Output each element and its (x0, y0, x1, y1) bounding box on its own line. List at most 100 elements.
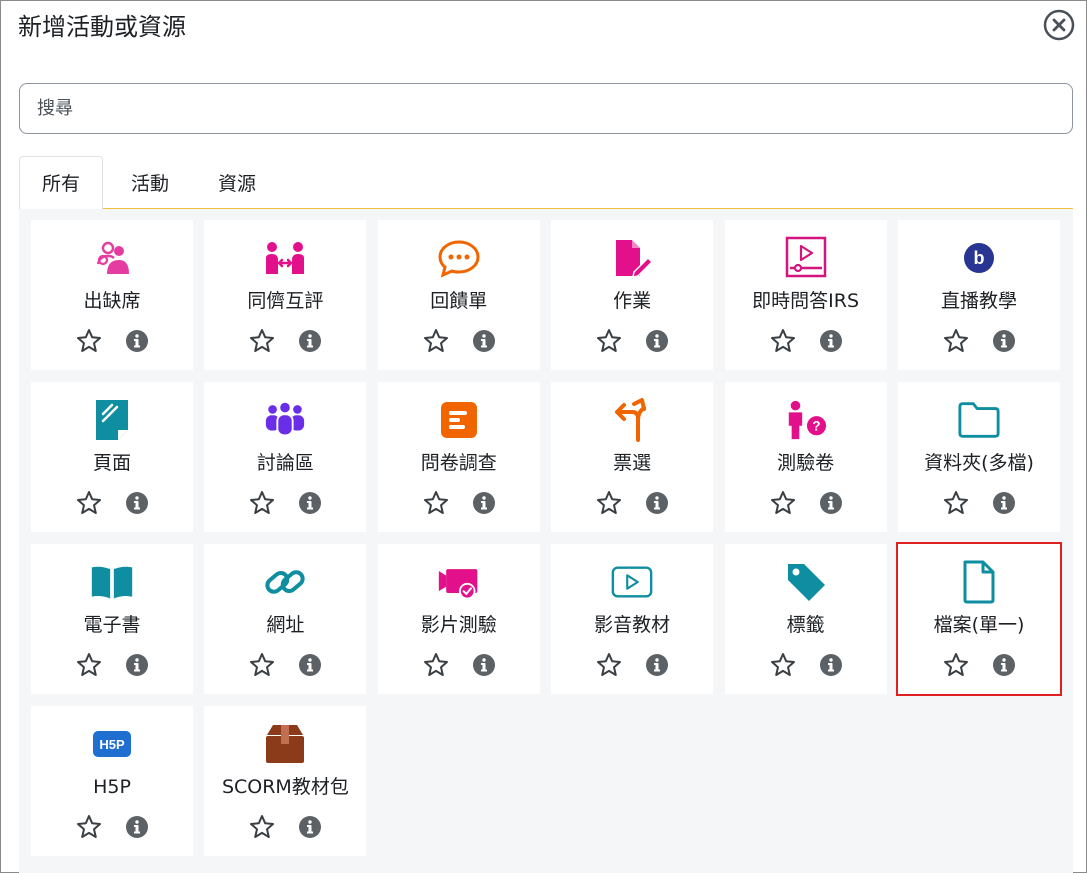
star-button[interactable] (76, 328, 102, 354)
star-button[interactable] (770, 328, 796, 354)
info-icon (126, 816, 148, 838)
module-card-tag[interactable]: 標籤 (724, 544, 887, 694)
star-button[interactable] (423, 490, 449, 516)
tab-activities[interactable]: 活動 (108, 156, 192, 210)
module-card-video-quiz[interactable]: 影片測驗 (377, 544, 540, 694)
info-button[interactable] (819, 491, 843, 515)
module-card-feedback[interactable]: 回饋單 (377, 220, 540, 370)
star-button[interactable] (943, 652, 969, 678)
bigbluebutton-icon: b (957, 236, 1001, 280)
star-icon (250, 491, 275, 514)
book-icon (90, 560, 134, 604)
info-button[interactable] (992, 329, 1016, 353)
add-activity-dialog: 新增活動或資源 所有 活動 資源 出缺席 同儕互評 (0, 0, 1087, 873)
info-button[interactable] (819, 329, 843, 353)
module-label: 票選 (613, 452, 652, 474)
info-icon (646, 330, 669, 352)
module-label: 出缺席 (83, 290, 141, 312)
info-icon (646, 492, 669, 514)
info-button[interactable] (125, 491, 149, 515)
star-button[interactable] (76, 652, 102, 678)
info-button[interactable] (125, 815, 149, 839)
category-tabs: 所有 活動 資源 (19, 156, 1073, 210)
search-box (19, 83, 1073, 134)
info-icon (126, 654, 148, 676)
module-card-forum[interactable]: 討論區 (204, 382, 367, 532)
tag-icon (784, 560, 828, 604)
star-button[interactable] (76, 490, 102, 516)
info-button[interactable] (645, 491, 669, 515)
module-card-bigbluebutton[interactable]: b 直播教學 (898, 220, 1060, 370)
star-icon (770, 329, 795, 352)
module-card-choice[interactable]: 票選 (551, 382, 714, 532)
info-button[interactable] (472, 329, 496, 353)
tab-label: 所有 (42, 173, 81, 195)
info-icon (646, 654, 669, 676)
star-button[interactable] (423, 652, 449, 678)
module-card-book[interactable]: 電子書 (31, 544, 193, 694)
star-button[interactable] (596, 652, 622, 678)
module-label: 同儕互評 (247, 290, 324, 312)
module-label: H5P (93, 776, 131, 798)
module-label: 標籤 (786, 614, 825, 636)
star-button[interactable] (943, 490, 969, 516)
module-card-quiz[interactable]: ? 測驗卷 (724, 382, 887, 532)
module-card-page[interactable]: 頁面 (31, 382, 193, 532)
module-card-file[interactable]: 檔案(單一) (896, 542, 1062, 696)
page-icon (90, 398, 134, 442)
info-button[interactable] (645, 653, 669, 677)
module-card-attendance[interactable]: 出缺席 (31, 220, 193, 370)
star-button[interactable] (249, 490, 275, 516)
info-button[interactable] (298, 815, 322, 839)
info-button[interactable] (819, 653, 843, 677)
video-player-icon (610, 560, 654, 604)
info-button[interactable] (992, 491, 1016, 515)
info-button[interactable] (992, 653, 1016, 677)
tab-label: 活動 (131, 173, 170, 195)
star-button[interactable] (76, 814, 102, 840)
search-input[interactable] (19, 83, 1073, 134)
info-icon (472, 492, 495, 514)
star-button[interactable] (770, 490, 796, 516)
star-button[interactable] (249, 328, 275, 354)
star-icon (423, 491, 448, 514)
peer-review-icon (263, 236, 307, 280)
module-card-h5p[interactable]: H5P H5P (31, 706, 193, 856)
star-button[interactable] (596, 328, 622, 354)
info-icon (993, 330, 1015, 352)
tab-all[interactable]: 所有 (19, 156, 104, 210)
info-icon (126, 492, 148, 514)
module-grid: 出缺席 同儕互評 回饋單 作業 即時問答IRS b 直播教學 頁面 討論區 問卷… (19, 209, 1073, 873)
info-button[interactable] (472, 491, 496, 515)
module-card-assignment[interactable]: 作業 (551, 220, 714, 370)
close-button[interactable] (1043, 9, 1075, 41)
module-card-link[interactable]: 網址 (204, 544, 367, 694)
info-button[interactable] (298, 491, 322, 515)
module-card-scorm-package[interactable]: SCORM教材包 (204, 706, 367, 856)
quiz-icon: ? (784, 398, 828, 442)
star-button[interactable] (423, 328, 449, 354)
info-button[interactable] (125, 653, 149, 677)
star-button[interactable] (249, 814, 275, 840)
tab-resources[interactable]: 資源 (195, 156, 279, 210)
star-icon (77, 491, 101, 514)
star-button[interactable] (770, 652, 796, 678)
module-card-folder[interactable]: 資料夾(多檔) (898, 382, 1060, 532)
module-label: 影片測驗 (420, 614, 497, 636)
star-icon (423, 329, 448, 352)
info-button[interactable] (645, 329, 669, 353)
module-card-video-player[interactable]: 影音教材 (551, 544, 714, 694)
info-icon (299, 654, 322, 676)
star-button[interactable] (943, 328, 969, 354)
info-button[interactable] (298, 329, 322, 353)
star-button[interactable] (249, 652, 275, 678)
module-card-irs-video[interactable]: 即時問答IRS (724, 220, 887, 370)
star-button[interactable] (596, 490, 622, 516)
module-card-peer-review[interactable]: 同儕互評 (204, 220, 367, 370)
module-card-survey[interactable]: 問卷調查 (377, 382, 540, 532)
info-button[interactable] (125, 329, 149, 353)
info-button[interactable] (298, 653, 322, 677)
info-button[interactable] (472, 653, 496, 677)
info-icon (299, 492, 322, 514)
survey-icon (437, 398, 481, 442)
